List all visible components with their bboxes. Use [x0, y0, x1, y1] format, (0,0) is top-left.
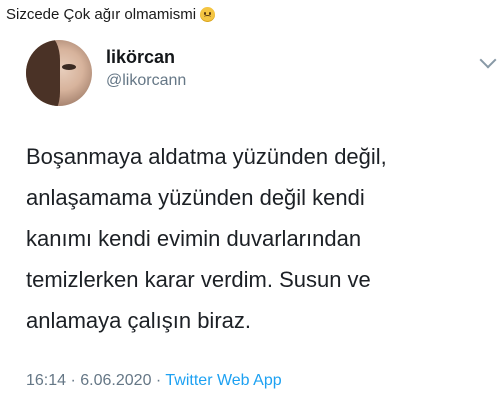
- tweet-text-line: anlaşamama yüzünden değil kendi: [26, 185, 365, 210]
- tweet-text-line: kanımı kendi evimin duvarlarından: [26, 226, 362, 251]
- tweet-date[interactable]: 6.06.2020: [80, 372, 151, 389]
- tweet-text-line: temizlerken karar verdim. Susun ve: [26, 267, 371, 292]
- meta-separator: ·: [155, 372, 162, 389]
- chevron-down-icon[interactable]: [479, 51, 497, 69]
- meta-separator: ·: [70, 372, 76, 389]
- display-name[interactable]: likörcan: [106, 47, 175, 68]
- tweet-text: Boşanmaya aldatma yüzünden değil, anlaşa…: [26, 136, 496, 341]
- tweet-text-line: anlamaya çalışın biraz.: [26, 308, 251, 333]
- tweet-text-line: Boşanmaya aldatma yüzünden değil,: [26, 144, 387, 169]
- user-handle[interactable]: @likorcann: [106, 72, 186, 90]
- tweet-metadata: 16:14 · 6.06.2020 · Twitter Web App: [26, 372, 282, 390]
- tweet-time[interactable]: 16:14: [26, 372, 66, 389]
- avatar[interactable]: [26, 40, 92, 106]
- post-caption: Sizcede Çok ağır olmamismi: [6, 6, 216, 23]
- worried-face-icon: [200, 7, 216, 22]
- source-app-link[interactable]: Twitter Web App: [165, 372, 281, 389]
- tweet-card: likörcan @likorcann Boşanmaya aldatma yü…: [0, 32, 500, 417]
- caption-text: Sizcede Çok ağır olmamismi: [6, 6, 197, 23]
